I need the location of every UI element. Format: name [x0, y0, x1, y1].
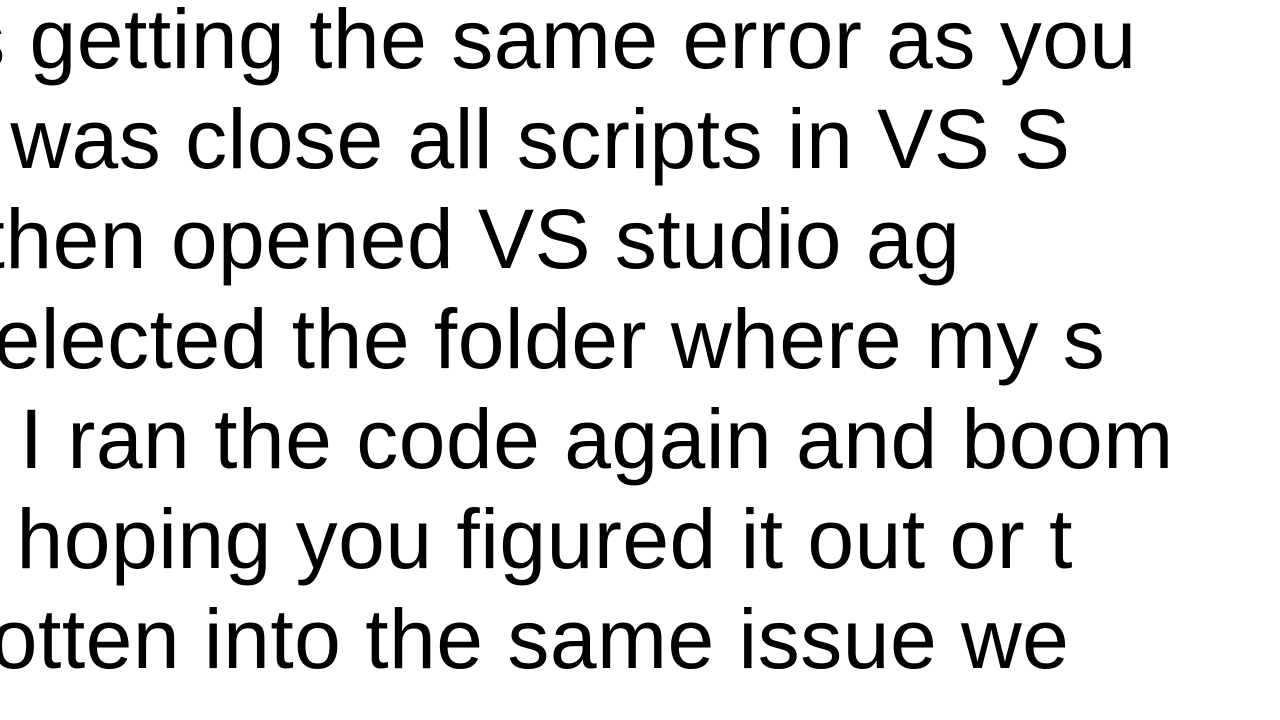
- body-text-line-3: ram. I then opened VS studio ag: [0, 190, 960, 289]
- body-text-line-5: . I ran the code again and boom: [0, 390, 1174, 489]
- body-text-line-7: ve gotten into the same issue we: [0, 590, 1069, 689]
- body-text-line-4: d selected the folder where my s: [0, 290, 1105, 389]
- body-text-line-1: as getting the same error as you: [0, 0, 1137, 89]
- body-text-line-6: e is hoping you figured it out or t: [0, 490, 1073, 589]
- body-text-line-2: ve it was close all scripts in VS S: [0, 90, 1071, 189]
